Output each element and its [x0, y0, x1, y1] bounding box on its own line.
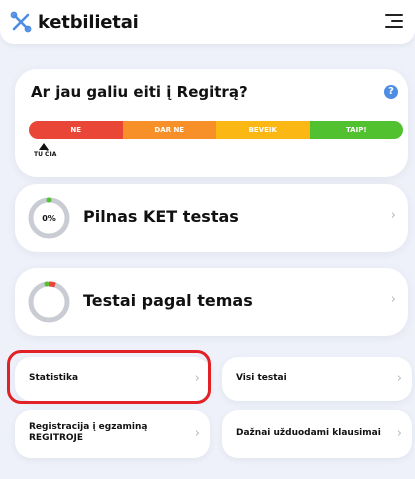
help-icon[interactable]: ? — [384, 85, 398, 99]
readiness-segment-taip: TAIP! — [309, 121, 403, 139]
readiness-card: Ar jau galiu eiti į Regitrą? ? NE DAR NE… — [15, 69, 408, 177]
progress-ring-icon: 0% — [28, 197, 70, 239]
chevron-right-icon: › — [390, 292, 396, 307]
faq-label: Dažnai užduodami klausimai — [236, 428, 381, 438]
position-marker-label: TU ČIA — [34, 151, 57, 158]
statistics-label: Statistika — [29, 373, 79, 383]
chevron-right-icon: › — [194, 426, 200, 441]
chevron-right-icon: › — [396, 371, 402, 386]
faq-button[interactable]: Dažnai užduodami klausimai › — [222, 410, 412, 458]
statistics-button[interactable]: Statistika › — [15, 357, 210, 401]
readiness-segment-beveik: BEVEIK — [216, 121, 310, 139]
logo[interactable]: ketbilietai — [10, 10, 139, 34]
chevron-right-icon: › — [194, 371, 200, 386]
position-marker-icon — [39, 143, 49, 150]
chevron-right-icon: › — [396, 426, 402, 441]
full-test-title: Pilnas KET testas — [83, 207, 239, 226]
readiness-segment-dar-ne: DAR NE — [122, 121, 216, 139]
progress-ring-icon — [28, 281, 70, 323]
readiness-segment-ne: NE — [29, 121, 123, 139]
hamburger-menu-icon[interactable] — [385, 14, 403, 30]
readiness-title: Ar jau galiu eiti į Regitrą? — [31, 83, 248, 101]
readiness-bar: NE DAR NE BEVEIK TAIP! — [29, 121, 403, 139]
chevron-right-icon: › — [390, 208, 396, 223]
topic-tests-card[interactable]: Testai pagal temas › — [15, 268, 408, 336]
all-tests-button[interactable]: Visi testai › — [222, 357, 412, 401]
logo-text: ketbilietai — [38, 11, 139, 33]
exam-registration-label: Registracija į egzaminą REGITROJE — [29, 422, 148, 443]
app-header: ketbilietai — [0, 0, 415, 44]
ketbilietai-logo-icon — [10, 11, 32, 33]
full-test-card[interactable]: 0% Pilnas KET testas › — [15, 184, 408, 252]
topic-tests-title: Testai pagal temas — [83, 291, 253, 310]
all-tests-label: Visi testai — [236, 373, 287, 383]
progress-percent: 0% — [42, 214, 56, 223]
exam-registration-button[interactable]: Registracija į egzaminą REGITROJE › — [15, 410, 210, 458]
